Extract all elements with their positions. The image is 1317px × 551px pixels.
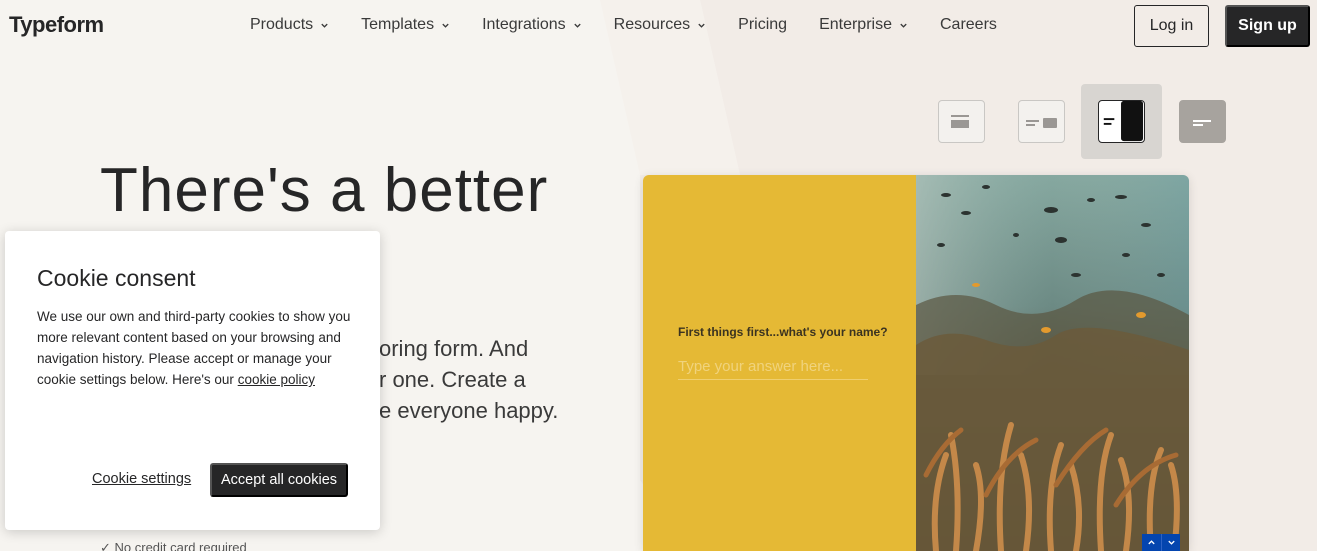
- layout-split-icon: [1025, 117, 1057, 128]
- typeform-logo[interactable]: Typeform: [9, 12, 104, 38]
- cookie-consent-dialog: Cookie consent We use our own and third-…: [5, 231, 380, 530]
- nav-products[interactable]: Products: [250, 16, 329, 34]
- form-next-button[interactable]: [1161, 534, 1180, 551]
- chevron-up-icon: [1148, 540, 1155, 545]
- nav-products-label: Products: [250, 16, 314, 33]
- top-nav-bar: Typeform Products Templates Integrations…: [0, 0, 1317, 52]
- nav-templates[interactable]: Templates: [361, 16, 450, 34]
- nav-resources[interactable]: Resources: [614, 16, 706, 34]
- nav-enterprise-label: Enterprise: [819, 16, 892, 33]
- form-preview: First things first...what's your name? T…: [643, 175, 1189, 551]
- cookie-title: Cookie consent: [37, 265, 196, 291]
- login-button[interactable]: Log in: [1134, 5, 1209, 47]
- form-preview-panel: First things first...what's your name? T…: [643, 175, 916, 551]
- nav-integrations-label: Integrations: [482, 16, 566, 33]
- hero-title: There's a better: [100, 156, 549, 225]
- nav-pricing-label: Pricing: [738, 16, 788, 33]
- chevron-down-icon: [900, 23, 907, 28]
- hero-subtitle-line: e everyone happy.: [379, 398, 559, 423]
- form-question: First things first...what's your name?: [678, 325, 888, 339]
- nav-integrations[interactable]: Integrations: [482, 16, 582, 34]
- layout-option-minimal[interactable]: [1179, 100, 1226, 143]
- cookie-policy-link[interactable]: cookie policy: [238, 372, 315, 387]
- layout-wallpaper-icon: [1103, 100, 1144, 142]
- layout-option-classic[interactable]: [938, 100, 985, 143]
- hero-subtitle-line: r one. Create a: [379, 367, 526, 392]
- layout-option-wallpaper[interactable]: [1098, 100, 1145, 143]
- signup-button[interactable]: Sign up: [1225, 5, 1310, 47]
- cookie-settings-link[interactable]: Cookie settings: [92, 471, 191, 487]
- coral-reef-image: [916, 175, 1189, 551]
- layout-classic-icon: [950, 114, 969, 128]
- main-nav: Products Templates Integrations Resource…: [250, 16, 1029, 34]
- chevron-down-icon: [321, 23, 328, 28]
- hero-subtitle: oring form. And r one. Create a e everyo…: [379, 333, 609, 426]
- nav-careers-label: Careers: [939, 16, 997, 33]
- accept-cookies-button[interactable]: Accept all cookies: [210, 463, 348, 497]
- nav-templates-label: Templates: [361, 16, 435, 33]
- chevron-down-icon: [1167, 540, 1175, 545]
- no-credit-card-note: ✓ No credit card required: [100, 540, 247, 551]
- form-prev-button[interactable]: [1142, 534, 1161, 551]
- hero-subtitle-line: oring form. And: [379, 336, 529, 361]
- nav-enterprise[interactable]: Enterprise: [819, 16, 908, 34]
- layout-minimal-icon: [1192, 119, 1211, 126]
- chevron-down-icon: [442, 23, 449, 28]
- chevron-down-icon: [698, 23, 705, 28]
- cookie-body: We use our own and third-party cookies t…: [37, 306, 352, 390]
- nav-careers[interactable]: Careers: [940, 16, 997, 34]
- nav-pricing[interactable]: Pricing: [738, 16, 787, 34]
- nav-resources-label: Resources: [613, 16, 691, 33]
- form-nav-arrows: [1142, 534, 1180, 551]
- layout-option-split[interactable]: [1018, 100, 1065, 143]
- form-answer-input[interactable]: Type your answer here...: [678, 358, 868, 380]
- chevron-down-icon: [573, 23, 581, 28]
